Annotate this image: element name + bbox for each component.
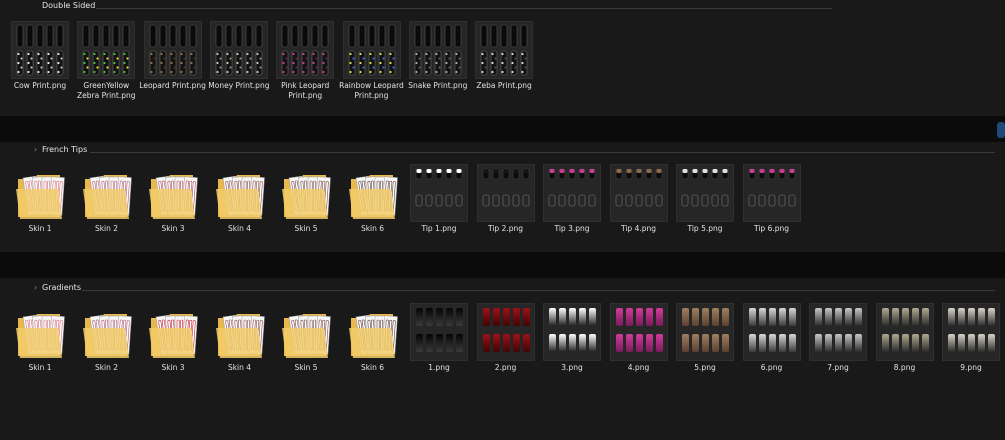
item-label: Snake Print.png xyxy=(408,81,468,90)
folder-icon xyxy=(345,165,401,221)
folder-icon xyxy=(278,304,334,360)
image-thumbnail xyxy=(809,303,867,361)
folder-icon xyxy=(145,165,201,221)
folder-icon xyxy=(79,304,135,360)
item-label: Skin 5 xyxy=(294,224,318,233)
folder-icon xyxy=(145,304,201,360)
item-label: Skin 3 xyxy=(161,224,185,233)
image-thumbnail xyxy=(742,164,801,222)
image-thumbnail xyxy=(408,21,467,79)
folder-icon xyxy=(212,304,268,360)
image-thumbnail xyxy=(77,21,136,79)
image-thumbnail xyxy=(609,164,668,222)
item-label: Skin 6 xyxy=(360,363,385,372)
folder-icon xyxy=(212,165,268,221)
folder-icon xyxy=(12,165,68,221)
image-thumbnail xyxy=(276,21,335,79)
item-label: GreenYellow Zebra Print.png xyxy=(77,81,136,100)
section-header-double-sided[interactable]: Double Sided xyxy=(0,0,1005,14)
item-label: Tip 4.png xyxy=(620,224,656,233)
section-title: Gradients xyxy=(42,283,81,292)
item-label: 9.png xyxy=(960,363,982,372)
image-thumbnail xyxy=(543,164,601,222)
item-label: Skin 1 xyxy=(28,363,52,372)
item-label: Leopard Print.png xyxy=(139,81,206,90)
item-label: 3.png xyxy=(561,363,583,372)
item-label: 6.png xyxy=(760,363,783,372)
item-label: Tip 3.png xyxy=(554,224,590,233)
item-label: Skin 1 xyxy=(28,224,52,233)
item-label: Tip 5.png xyxy=(687,224,723,233)
item-label: Skin 2 xyxy=(94,363,119,372)
item-label: Tip 1.png xyxy=(421,224,457,233)
item-label: Tip 6.png xyxy=(753,224,789,233)
window-separator xyxy=(0,252,1005,278)
item-label: 8.png xyxy=(893,363,916,372)
item-label: Skin 6 xyxy=(360,224,385,233)
item-label: Tip 2.png xyxy=(487,224,523,233)
image-thumbnail xyxy=(609,303,668,361)
image-thumbnail xyxy=(11,21,69,79)
section-header-french-tips[interactable]: › French Tips xyxy=(0,144,1005,158)
image-thumbnail xyxy=(676,164,734,222)
item-label: Skin 2 xyxy=(94,224,119,233)
item-label: Skin 4 xyxy=(227,224,252,233)
image-thumbnail xyxy=(143,21,202,79)
item-label: Skin 3 xyxy=(161,363,185,372)
item-label: Skin 5 xyxy=(294,363,318,372)
image-thumbnail xyxy=(410,303,468,361)
image-thumbnail xyxy=(342,21,401,79)
item-label: Money Print.png xyxy=(208,81,270,90)
image-thumbnail xyxy=(209,21,268,79)
window-separator xyxy=(0,116,1005,142)
chevron-right-icon[interactable]: › xyxy=(34,145,37,154)
image-thumbnail xyxy=(742,303,801,361)
section-title: French Tips xyxy=(42,145,88,154)
item-label: 2.png xyxy=(494,363,517,372)
item-label: Cow Print.png xyxy=(13,81,67,90)
item-label: Pink Leopard Print.png xyxy=(281,81,330,100)
image-thumbnail xyxy=(476,303,535,361)
chevron-right-icon[interactable]: › xyxy=(34,283,37,292)
image-thumbnail xyxy=(475,21,534,79)
item-label: 5.png xyxy=(694,363,716,372)
item-label: 1.png xyxy=(428,363,450,372)
item-label: Skin 4 xyxy=(227,363,252,372)
section-title: Double Sided xyxy=(42,1,96,10)
section-divider xyxy=(90,152,995,153)
item-label: 4.png xyxy=(627,363,650,372)
folder-icon xyxy=(278,165,334,221)
item-label: Zeba Print.png xyxy=(476,81,532,90)
item-label: 7.png xyxy=(827,363,849,372)
image-thumbnail xyxy=(410,164,468,222)
section-header-gradients[interactable]: › Gradients xyxy=(0,282,1005,296)
folder-icon xyxy=(12,304,68,360)
image-thumbnail xyxy=(476,164,535,222)
image-thumbnail xyxy=(875,303,934,361)
image-thumbnail xyxy=(676,303,734,361)
folder-icon xyxy=(345,304,401,360)
image-thumbnail xyxy=(942,303,1000,361)
image-thumbnail xyxy=(543,303,601,361)
section-divider xyxy=(96,8,832,9)
scrollbar-thumb[interactable] xyxy=(997,122,1005,138)
item-label: Rainbow Leopard Print.png xyxy=(339,81,404,100)
folder-icon xyxy=(79,165,135,221)
section-divider xyxy=(82,290,995,291)
